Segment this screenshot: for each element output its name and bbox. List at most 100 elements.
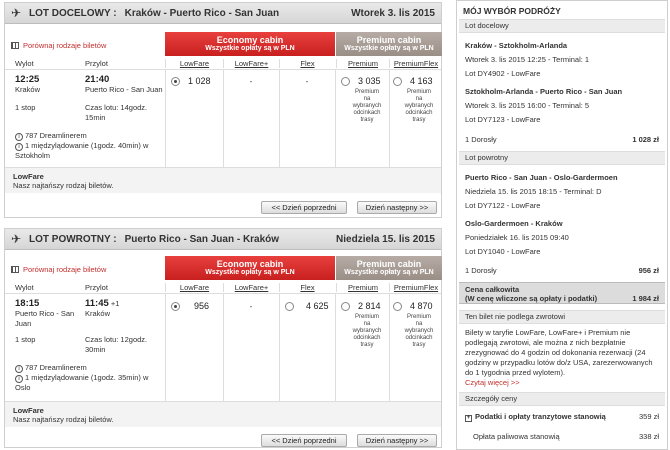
fare-radio-selected[interactable] xyxy=(171,76,180,86)
read-more-link[interactable]: Czytaj więcej >> xyxy=(465,378,520,387)
prev-day-button[interactable]: << Dzień poprzedni xyxy=(261,434,347,447)
fare-premium-option[interactable]: 3 035 xyxy=(341,76,381,86)
seg1-time: Wtorek 3. lis 2015 12:25 - Terminal: 1 xyxy=(465,55,590,64)
seg4-route: Oslo-Gardermoen - Kraków xyxy=(465,219,563,228)
col-premiumflex[interactable]: PremiumFlex xyxy=(389,283,442,292)
return-layover: i1 międzylądowanie (1godz. 35min) w Oslo xyxy=(15,373,149,392)
refund-text: Bilety w taryfie LowFare, LowFare+ i Pre… xyxy=(465,328,653,387)
seg1-route: Kraków - Sztokholm-Arlanda xyxy=(465,41,568,50)
fare-radio[interactable] xyxy=(393,301,402,311)
total-price: 1 984 zł xyxy=(632,294,659,303)
fare-premiumflex-option[interactable]: 4 163 xyxy=(393,76,433,86)
seg4-flight: Lot DY1040 - LowFare xyxy=(465,247,541,256)
return-stops: 1 stop xyxy=(15,335,36,344)
col-premiumflex[interactable]: PremiumFlex xyxy=(389,59,442,68)
col-premium[interactable]: Premium xyxy=(336,283,389,292)
return-flight-panel: ✈ LOT POWROTNY : Puerto Rico - San Juan … xyxy=(4,228,442,448)
col-lowfare[interactable]: LowFare xyxy=(165,59,223,68)
outbound-arrival: 21:40 Puerto Rico - San Juan xyxy=(85,74,163,95)
summary-return-section: Lot powrotny xyxy=(459,151,665,165)
expand-icon[interactable]: + xyxy=(465,415,472,422)
summary-title: MÓJ WYBÓR PODRÓŻY xyxy=(463,6,561,16)
return-price: 956 zł xyxy=(638,266,659,275)
return-header: ✈ LOT POWROTNY : Puerto Rico - San Juan … xyxy=(5,229,441,250)
fare-radio[interactable] xyxy=(393,76,402,86)
return-direction: LOT POWROTNY : xyxy=(29,233,117,245)
fuel-label: Opłata paliwowa stanowią xyxy=(473,432,560,441)
compare-fares-link[interactable]: Porównaj rodzaje biletów xyxy=(11,265,106,274)
outbound-flight-panel: ✈ LOT DOCELOWY : Kraków - Puerto Rico - … xyxy=(4,2,442,218)
fare-premiumflex-option[interactable]: 4 870 xyxy=(393,301,433,311)
info-icon: i xyxy=(15,375,23,383)
seg2-route: Sztokholm-Arlanda - Puerto Rico - San Ju… xyxy=(465,87,623,96)
prev-day-button[interactable]: << Dzień poprzedni xyxy=(261,201,347,214)
col-flex[interactable]: Flex xyxy=(279,59,335,68)
grid-icon xyxy=(11,266,19,273)
col-flex[interactable]: Flex xyxy=(279,283,335,292)
taxes-price: 359 zł xyxy=(638,412,659,421)
outbound-header: ✈ LOT DOCELOWY : Kraków - Puerto Rico - … xyxy=(5,3,441,24)
next-day-button[interactable]: Dzień następny >> xyxy=(357,201,437,214)
info-icon: i xyxy=(15,133,23,141)
fare-radio[interactable] xyxy=(341,76,350,86)
trip-summary-panel: MÓJ WYBÓR PODRÓŻY Lot docelowy Kraków - … xyxy=(456,0,668,450)
fare-lowfare-option[interactable]: 1 028 xyxy=(171,76,211,86)
outbound-date: Wtorek 3. lis 2015 xyxy=(351,7,435,19)
economy-cabin-header: Economy cabin Wszystkie opłaty są w PLN xyxy=(165,256,335,280)
outbound-fare-info: LowFare Nasz najtańszy rodzaj biletów. xyxy=(5,167,441,193)
outbound-departure: 12:25 Kraków xyxy=(15,74,41,95)
outbound-route: Kraków - Puerto Rico - San Juan xyxy=(124,7,280,19)
plane-icon: ✈ xyxy=(11,6,22,20)
info-icon: i xyxy=(15,143,23,151)
price-details-section: Szczegóły ceny xyxy=(459,392,665,406)
fare-flex-option[interactable]: 4 625 xyxy=(285,301,329,311)
col-lowfare[interactable]: LowFare xyxy=(165,283,223,292)
col-premium[interactable]: Premium xyxy=(336,59,389,68)
return-fare-info: LowFare Nasz najtańszy rodzaj biletów. xyxy=(5,401,441,427)
total-box: Cena całkowita (W cenę wliczone są opłat… xyxy=(459,282,665,304)
total-label: Cena całkowita xyxy=(465,285,520,294)
fare-flex-na: - xyxy=(305,77,309,86)
fare-lowfare-plus-na: - xyxy=(249,77,253,86)
outbound-layover: i1 międzylądowanie (1godz. 40min) w Szto… xyxy=(15,141,149,160)
seg2-flight: Lot DY7123 - LowFare xyxy=(465,115,541,124)
col-lowfare-plus[interactable]: LowFare+ xyxy=(223,59,279,68)
fare-radio[interactable] xyxy=(341,301,350,311)
outbound-stops: 1 stop xyxy=(15,103,36,112)
premium-note: Premium na wybranych odcinkach trasy xyxy=(352,314,382,348)
return-date: Niedziela 15. lis 2015 xyxy=(336,233,435,245)
seg1-flight: Lot DY4902 - LowFare xyxy=(465,69,541,78)
fare-lowfare-plus-na: - xyxy=(249,302,253,311)
seg2-time: Wtorek 3. lis 2015 16:00 - Terminal: 5 xyxy=(465,101,590,110)
economy-cabin-header: Economy cabin Wszystkie opłaty są w PLN xyxy=(165,32,335,56)
return-aircraft: i 787 Dreamlinerem xyxy=(15,363,165,373)
premiumflex-note: Premium na wybranych odcinkach trasy xyxy=(404,314,434,348)
fare-radio[interactable] xyxy=(285,301,294,311)
premium-note: Premium na wybranych odcinkach trasy xyxy=(352,89,382,123)
fare-premium-option[interactable]: 2 814 xyxy=(341,301,381,311)
return-route: Puerto Rico - San Juan - Kraków xyxy=(124,233,280,245)
return-arrival: 11:45 +1 Kraków xyxy=(85,298,120,319)
premium-cabin-header: Premium cabin Wszystkie opłaty są w PLN xyxy=(336,256,442,280)
next-day-button[interactable]: Dzień następny >> xyxy=(357,434,437,447)
outbound-duration: Czas lotu: 14godz. 15min xyxy=(85,103,148,122)
seg3-time: Niedziela 15. lis 2015 18:15 - Terminal:… xyxy=(465,187,602,196)
fare-radio-selected[interactable] xyxy=(171,301,180,311)
total-sub: (W cenę wliczone są opłaty i podatki) xyxy=(465,294,598,303)
premium-cabin-header: Premium cabin Wszystkie opłaty są w PLN xyxy=(336,32,442,56)
fare-lowfare-option[interactable]: 956 xyxy=(171,301,209,311)
outbound-price: 1 028 zł xyxy=(632,135,659,144)
outbound-direction: LOT DOCELOWY : xyxy=(29,7,117,19)
refund-section: Ten bilet nie podlega zwrotowi xyxy=(459,310,665,324)
fuel-price: 338 zł xyxy=(638,432,659,441)
seg3-route: Puerto Rico - San Juan - Oslo-Gardermoen xyxy=(465,173,618,182)
outbound-aircraft: i 787 Dreamlinerem xyxy=(15,131,165,141)
plane-icon: ✈ xyxy=(11,232,22,246)
compare-fares-link[interactable]: Porównaj rodzaje biletów xyxy=(11,41,106,50)
summary-outbound-section: Lot docelowy xyxy=(459,19,665,33)
return-departure: 18:15 Puerto Rico - San Juan xyxy=(15,298,75,329)
taxes-row[interactable]: + Podatki i opłaty tranzytowe stanowią xyxy=(465,412,606,422)
seg4-time: Poniedziałek 16. lis 2015 09:40 xyxy=(465,233,569,242)
outbound-pax: 1 Dorosły xyxy=(465,135,497,144)
col-lowfare-plus[interactable]: LowFare+ xyxy=(223,283,279,292)
